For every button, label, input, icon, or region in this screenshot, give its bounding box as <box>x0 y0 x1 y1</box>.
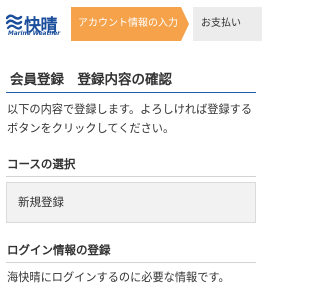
site-header: 快晴 Marine Weather アカウント情報の入力 お支払い <box>0 0 262 50</box>
site-logo[interactable]: 快晴 Marine Weather <box>6 10 62 44</box>
login-divider <box>6 262 256 263</box>
intro-text: 以下の内容で登録します。よろしければ登録するボタンをクリックしてください。 <box>7 103 253 135</box>
step-payment: お支払い <box>193 7 262 41</box>
page-title: 会員登録 登録内容の確認 <box>10 72 172 88</box>
login-description: 海快晴にログインするのに必要な情報です。 <box>7 271 230 284</box>
login-section-heading: ログイン情報の登録 <box>7 243 111 257</box>
course-divider <box>6 176 256 177</box>
title-divider <box>6 92 256 93</box>
logo-tagline: Marine Weather <box>8 31 61 37</box>
wave-logo-icon <box>6 14 23 30</box>
step-account-info: アカウント情報の入力 <box>71 7 189 41</box>
course-value: 新規登録 <box>6 182 256 223</box>
course-section-heading: コースの選択 <box>7 157 76 171</box>
